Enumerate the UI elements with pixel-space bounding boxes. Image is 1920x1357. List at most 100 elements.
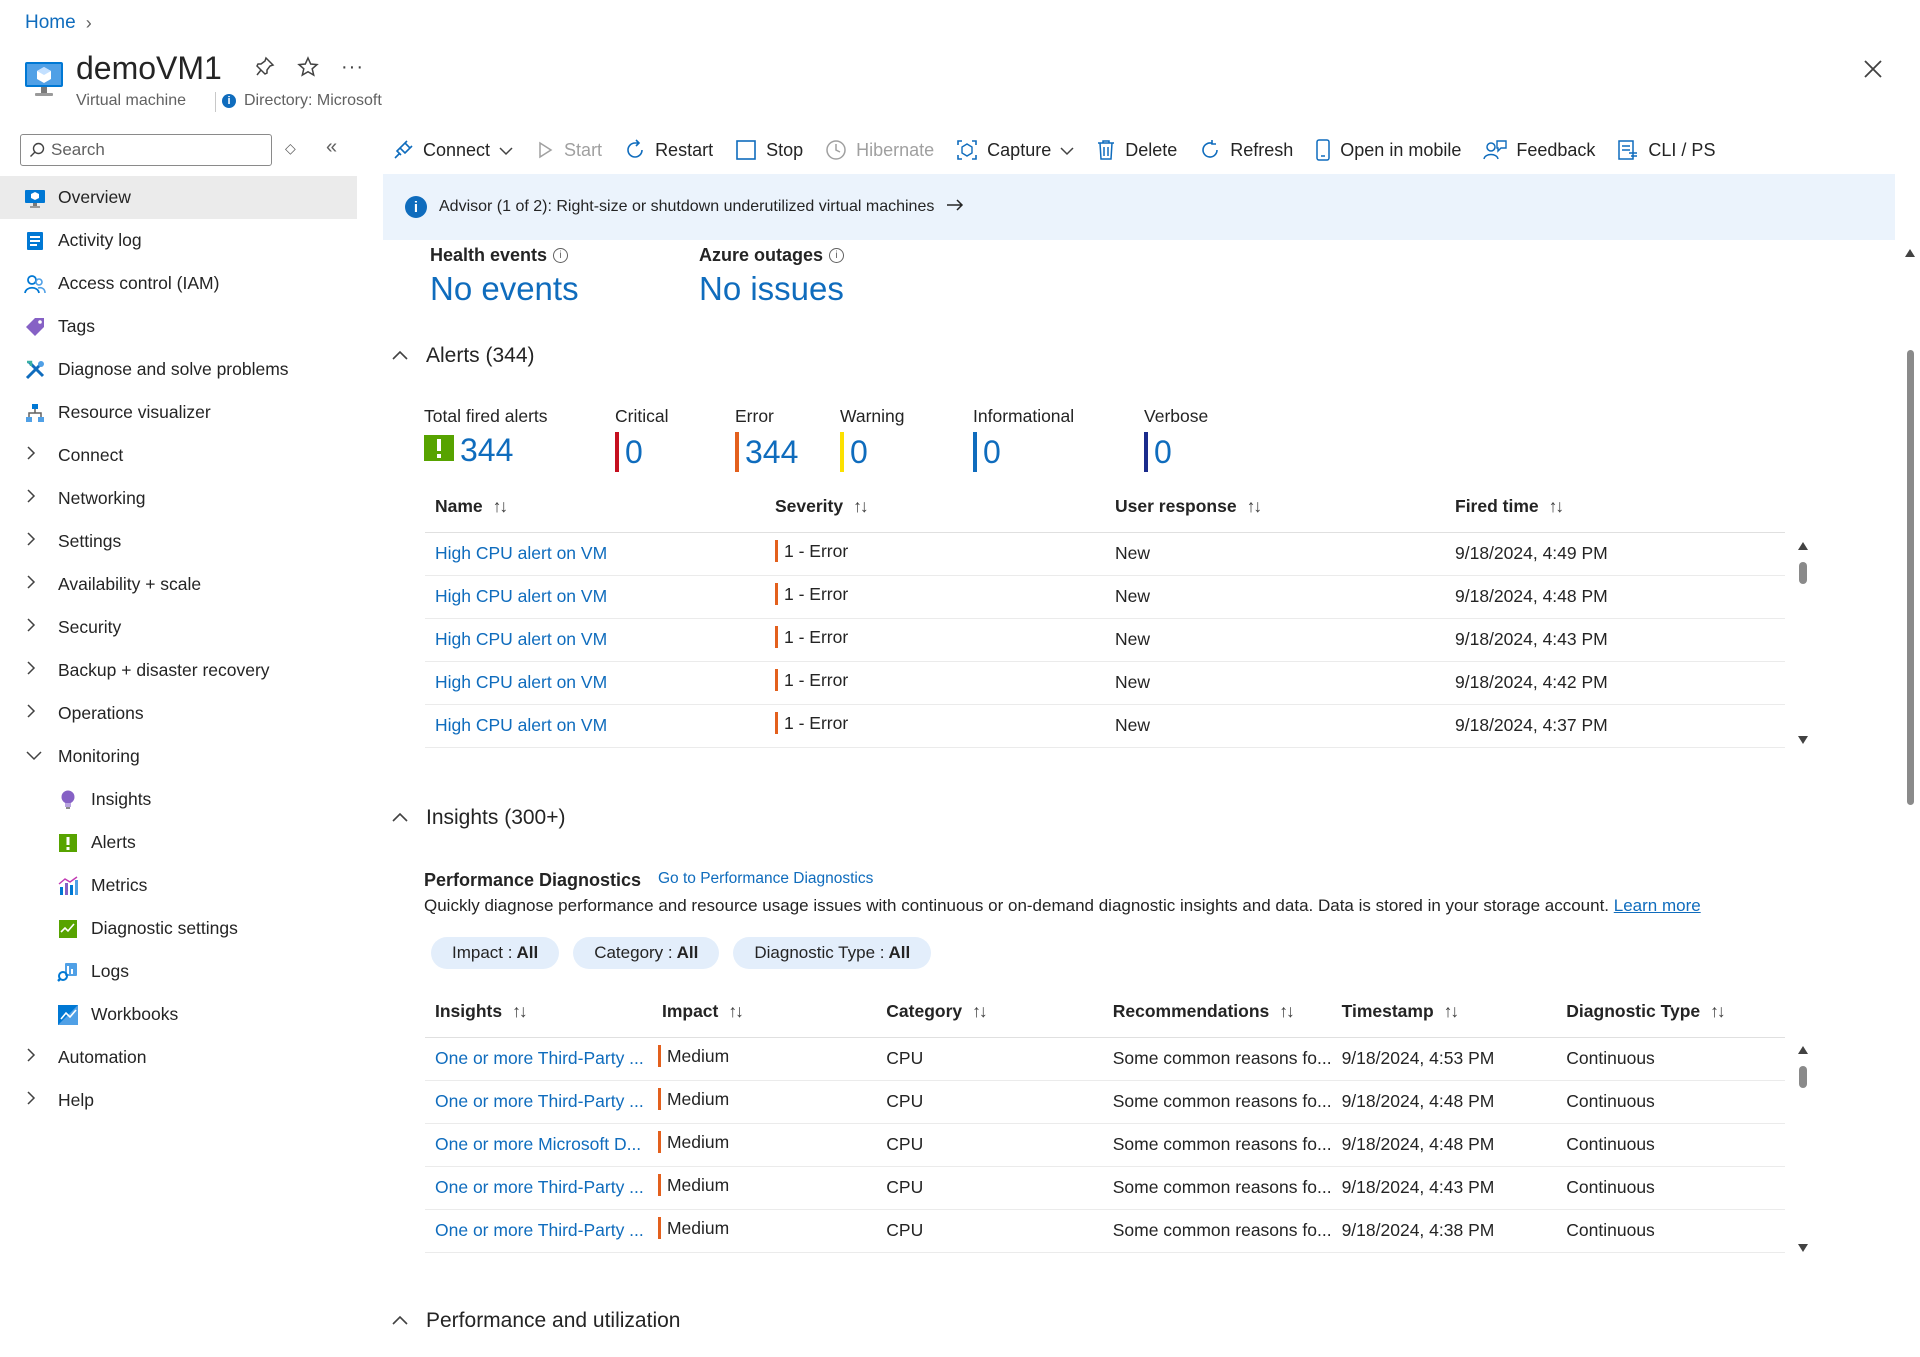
sidebar-item-resource-visualizer[interactable]: Resource visualizer	[0, 391, 357, 434]
table-row[interactable]: One or more Third-Party ... Medium CPU Some…	[425, 1209, 1785, 1253]
sidebar-item-diagnose-and-solve-problems[interactable]: Diagnose and solve problems	[0, 348, 357, 391]
sidebar-item-security[interactable]: Security	[0, 606, 357, 649]
stat-value-critical[interactable]: 0	[615, 432, 643, 472]
insights-section-header[interactable]: Insights (300+)	[392, 806, 566, 830]
table-row[interactable]: One or more Third-Party ... Medium CPU Some…	[425, 1166, 1785, 1210]
table-row[interactable]: High CPU alert on VM 1 - Error New 9/18/202…	[425, 704, 1785, 748]
sort-icon[interactable]: ↑↓	[493, 496, 508, 516]
table-row[interactable]: High CPU alert on VM 1 - Error New 9/18/202…	[425, 661, 1785, 705]
capture-button[interactable]: Capture	[956, 139, 1074, 161]
insight-link[interactable]: One or more Third-Party ...	[435, 1048, 644, 1068]
pin-icon[interactable]	[255, 56, 275, 84]
sort-icon[interactable]: ↑↓	[853, 496, 868, 516]
column-header-category[interactable]: Category ↑↓	[876, 987, 1103, 1038]
star-icon[interactable]	[297, 56, 319, 84]
insight-link[interactable]: One or more Third-Party ...	[435, 1091, 644, 1111]
search-input[interactable]	[51, 140, 251, 160]
start-button[interactable]: Start	[535, 140, 602, 161]
table-row[interactable]: One or more Third-Party ... Medium CPU Some…	[425, 1080, 1785, 1124]
insight-link[interactable]: One or more Third-Party ...	[435, 1220, 644, 1240]
performance-section-header[interactable]: Performance and utilization	[392, 1309, 680, 1333]
sidebar-item-access-control-iam[interactable]: Access control (IAM)	[0, 262, 357, 305]
column-header-user-response[interactable]: User response ↑↓	[1105, 482, 1445, 533]
sidebar-item-availability-scale[interactable]: Availability + scale	[0, 563, 357, 606]
alert-name-link[interactable]: High CPU alert on VM	[435, 543, 607, 563]
column-header-timestamp[interactable]: Timestamp ↑↓	[1331, 987, 1557, 1038]
stat-value-total-fired-alerts[interactable]: 344	[424, 432, 513, 469]
learn-more-link[interactable]: Learn more	[1614, 896, 1701, 915]
alerts-section-header[interactable]: Alerts (344)	[392, 344, 535, 368]
alert-name-link[interactable]: High CPU alert on VM	[435, 672, 607, 692]
more-options-icon[interactable]: ···	[341, 56, 364, 84]
sort-icon[interactable]: ↑↓	[1279, 1001, 1294, 1021]
close-button[interactable]	[1860, 56, 1886, 82]
sidebar-item-insights[interactable]: Insights	[0, 778, 357, 821]
connect-button[interactable]: Connect	[392, 139, 513, 161]
table-row[interactable]: High CPU alert on VM 1 - Error New 9/18/202…	[425, 575, 1785, 619]
sidebar-item-overview[interactable]: Overview	[0, 176, 357, 219]
column-header-recommendations[interactable]: Recommendations ↑↓	[1102, 987, 1332, 1038]
sidebar-item-monitoring[interactable]: Monitoring	[0, 735, 357, 778]
advisor-banner[interactable]: i Advisor (1 of 2): Right-size or shutdo…	[383, 174, 1895, 240]
insight-link[interactable]: One or more Microsoft D...	[435, 1134, 641, 1154]
sidebar-search[interactable]	[20, 134, 272, 166]
sidebar-item-tags[interactable]: Tags	[0, 305, 357, 348]
page-scrollbar[interactable]	[1903, 245, 1917, 1352]
open-in-mobile-button[interactable]: Open in mobile	[1315, 139, 1461, 161]
sidebar-item-networking[interactable]: Networking	[0, 477, 357, 520]
cli-ps-button[interactable]: CLI / PS	[1617, 139, 1715, 161]
alert-name-link[interactable]: High CPU alert on VM	[435, 715, 607, 735]
stop-button[interactable]: Stop	[735, 139, 803, 161]
sidebar-item-metrics[interactable]: Metrics	[0, 864, 357, 907]
stat-value-warning[interactable]: 0	[840, 432, 868, 472]
table-row[interactable]: High CPU alert on VM 1 - Error New 9/18/202…	[425, 532, 1785, 576]
insight-link[interactable]: One or more Third-Party ...	[435, 1177, 644, 1197]
sort-icon[interactable]: ↑↓	[972, 1001, 987, 1021]
stat-value-informational[interactable]: 0	[973, 432, 1001, 472]
collapse-sidebar-icon[interactable]: «	[326, 136, 337, 159]
filter-pill-diagnostic-type[interactable]: Diagnostic Type : All	[733, 937, 932, 969]
delete-button[interactable]: Delete	[1096, 139, 1177, 161]
sidebar-item-alerts[interactable]: Alerts	[0, 821, 357, 864]
feedback-button[interactable]: Feedback	[1483, 139, 1595, 161]
sidebar-item-settings[interactable]: Settings	[0, 520, 357, 563]
go-to-performance-diagnostics-link[interactable]: Go to Performance Diagnostics	[658, 870, 873, 888]
sidebar-item-workbooks[interactable]: Workbooks	[0, 993, 357, 1036]
alerts-scrollbar[interactable]	[1796, 538, 1810, 748]
azure-outages-value[interactable]: No issues	[699, 270, 844, 308]
filter-pill-impact[interactable]: Impact : All	[431, 937, 560, 969]
sidebar-item-diagnostic-settings[interactable]: Diagnostic settings	[0, 907, 357, 950]
sidebar-item-activity-log[interactable]: Activity log	[0, 219, 357, 262]
alert-name-link[interactable]: High CPU alert on VM	[435, 586, 607, 606]
column-header-impact[interactable]: Impact ↑↓	[651, 987, 877, 1038]
breadcrumb-home-link[interactable]: Home	[25, 12, 76, 34]
sort-icon[interactable]: ↑↓	[728, 1001, 743, 1021]
health-events-value[interactable]: No events	[430, 270, 579, 308]
hibernate-button[interactable]: Hibernate	[825, 139, 934, 161]
info-icon[interactable]: i	[553, 248, 569, 263]
column-header-diagnostic-type[interactable]: Diagnostic Type ↑↓	[1556, 987, 1785, 1038]
filter-pill-category[interactable]: Category : All	[573, 937, 720, 969]
refresh-button[interactable]: Refresh	[1199, 139, 1293, 161]
sort-icon[interactable]: ↑↓	[512, 1001, 527, 1021]
sort-icon[interactable]: ↑↓	[1444, 1001, 1459, 1021]
sidebar-item-backup-disaster-recovery[interactable]: Backup + disaster recovery	[0, 649, 357, 692]
table-row[interactable]: High CPU alert on VM 1 - Error New 9/18/202…	[425, 618, 1785, 662]
restart-button[interactable]: Restart	[624, 139, 713, 161]
sort-icon[interactable]: ↑↓	[1549, 496, 1564, 516]
stat-value-error[interactable]: 344	[735, 432, 798, 472]
sidebar-item-connect[interactable]: Connect	[0, 434, 357, 477]
sidebar-item-logs[interactable]: Logs	[0, 950, 357, 993]
sidebar-item-automation[interactable]: Automation	[0, 1036, 357, 1079]
sort-icon[interactable]: ↑↓	[1247, 496, 1262, 516]
sidebar-item-operations[interactable]: Operations	[0, 692, 357, 735]
table-row[interactable]: One or more Microsoft D... Medium CPU Some …	[425, 1123, 1785, 1167]
insights-scrollbar[interactable]	[1796, 1042, 1810, 1256]
column-header-fired-time[interactable]: Fired time ↑↓	[1445, 482, 1785, 533]
info-icon[interactable]: i	[829, 248, 845, 263]
column-header-name[interactable]: Name ↑↓	[425, 482, 765, 533]
sort-menu-icon[interactable]: ◇	[285, 140, 296, 157]
column-header-insights[interactable]: Insights ↑↓	[425, 987, 652, 1038]
sort-icon[interactable]: ↑↓	[1710, 1001, 1725, 1021]
column-header-severity[interactable]: Severity ↑↓	[765, 482, 1105, 533]
